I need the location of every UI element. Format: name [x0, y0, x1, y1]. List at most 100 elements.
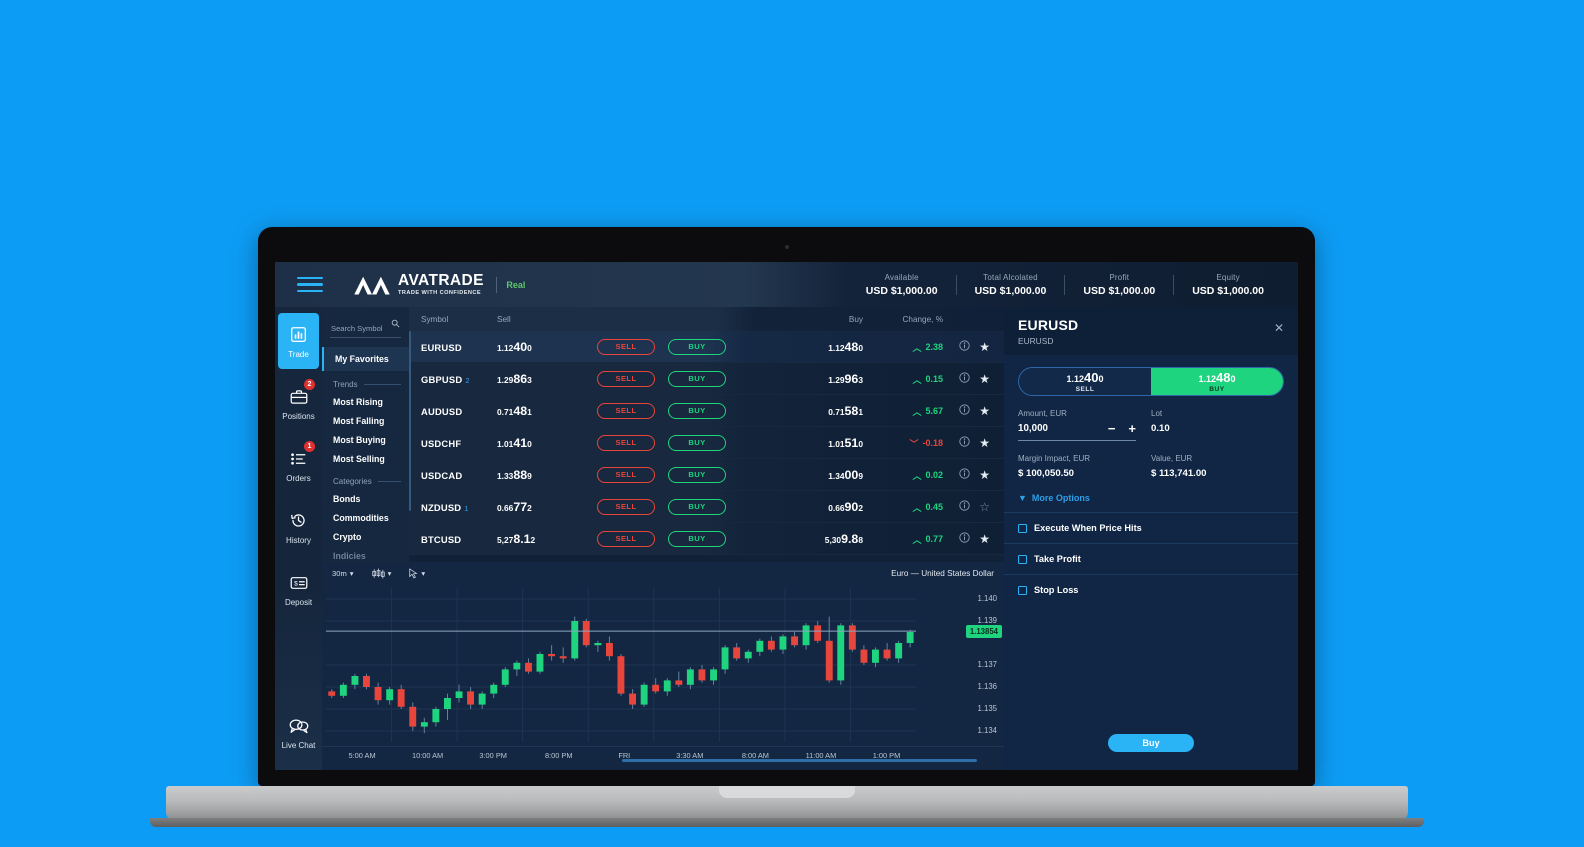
close-icon[interactable]: ✕	[1274, 321, 1284, 335]
menu-icon[interactable]	[297, 273, 323, 297]
ticket-subtitle: EURUSD	[1018, 336, 1054, 346]
amount-input[interactable]	[1018, 423, 1074, 434]
favorite-star-icon[interactable]: ★	[979, 532, 990, 546]
category-item-crypto[interactable]: Crypto	[322, 527, 409, 546]
favorite-star-icon[interactable]: ★	[979, 468, 990, 482]
last-price-label: 1.13854	[965, 625, 1002, 639]
category-my-favorites[interactable]: My Favorites	[322, 347, 409, 371]
checkbox-icon[interactable]	[1018, 523, 1027, 533]
sidebar-item-label: History	[286, 535, 311, 545]
info-icon[interactable]	[959, 402, 970, 420]
favorite-star-icon[interactable]: ☆	[979, 500, 990, 514]
option-label: Stop Loss	[1034, 585, 1079, 595]
timeframe-selector[interactable]: 30m ▾	[332, 569, 354, 578]
info-icon[interactable]	[959, 466, 970, 484]
info-icon[interactable]	[959, 370, 970, 388]
buy-button[interactable]: BUY	[668, 466, 726, 483]
info-icon[interactable]	[959, 434, 970, 452]
buy-button[interactable]: BUY	[668, 370, 726, 387]
candlestick-chart	[322, 584, 960, 746]
buy-button[interactable]: BUY	[668, 498, 726, 515]
category-item-most-falling[interactable]: Most Falling	[322, 411, 409, 430]
favorite-star-icon[interactable]: ★	[979, 404, 990, 418]
option-execute-when-price-hits[interactable]: Execute When Price Hits	[1004, 512, 1298, 543]
sell-button[interactable]: SELL	[597, 338, 655, 355]
x-axis-tick: FRI	[618, 751, 631, 760]
buy-price: 0.66902	[828, 499, 863, 514]
notification-badge: 1	[304, 441, 315, 452]
table-row[interactable]: EURUSD 1.12400 SELL BUY 1.12480 ︿ 2.38 ★	[409, 331, 1004, 363]
chart-horizontal-scrollbar[interactable]	[622, 759, 977, 762]
quotes-scrollbar[interactable]	[409, 331, 411, 511]
table-row[interactable]: AUDUSD 0.71481 SELL BUY 0.71581 ︿ 5.67 ★	[409, 395, 1004, 427]
change-percent: ︿ 2.38	[912, 341, 943, 354]
table-row[interactable]: USDCAD 1.33889 SELL BUY 1.34009 ︿ 0.02 ★	[409, 459, 1004, 491]
change-percent: ︿ 0.45	[912, 501, 943, 514]
x-axis-tick: 5:00 AM	[348, 751, 376, 760]
option-label: Execute When Price Hits	[1034, 523, 1142, 533]
increment-icon[interactable]: +	[1128, 421, 1136, 436]
category-item-commodities[interactable]: Commodities	[322, 508, 409, 527]
buy-button[interactable]: BUY	[668, 434, 726, 451]
sell-price: 0.66772	[497, 499, 532, 514]
buy-button[interactable]: BUY	[668, 530, 726, 547]
divider	[363, 384, 401, 385]
sidebar-item-trade[interactable]: Trade	[278, 313, 319, 369]
favorite-star-icon[interactable]: ★	[979, 372, 990, 386]
table-row[interactable]: GBPUSD 2 1.29863 SELL BUY 1.29963 ︿ 0.15 ★	[409, 363, 1004, 395]
sell-button[interactable]: SELL	[597, 466, 655, 483]
sidebar-item-live-chat[interactable]: Live Chat	[278, 704, 319, 760]
change-percent: ︿ 0.77	[912, 533, 943, 546]
decrement-icon[interactable]: −	[1108, 421, 1116, 436]
info-icon[interactable]	[959, 530, 970, 548]
favorite-star-icon[interactable]: ★	[979, 340, 990, 354]
table-row[interactable]: NZDUSD 1 0.66772 SELL BUY 0.66902 ︿ 0.45 ☆	[409, 491, 1004, 523]
account-stat-value: USD $1,000.00	[974, 284, 1047, 297]
ticket-sell-button[interactable]: 1.12400 SELL	[1019, 368, 1151, 395]
submit-buy-button[interactable]: Buy	[1108, 734, 1194, 752]
symbol-cell: USDCAD	[409, 466, 497, 484]
category-item-most-selling[interactable]: Most Selling	[322, 449, 409, 468]
category-item-most-rising[interactable]: Most Rising	[322, 392, 409, 411]
margin-value: $ 100,050.50	[1018, 468, 1075, 479]
account-stat-available: Available USD $1,000.00	[848, 273, 956, 297]
table-row[interactable]: USDCHF 1.01410 SELL BUY 1.01510 ﹀ -0.18 ★	[409, 427, 1004, 459]
info-icon[interactable]	[959, 338, 970, 356]
buy-button[interactable]: BUY	[668, 402, 726, 419]
sidebar-item-history[interactable]: History	[278, 499, 319, 555]
sell-button[interactable]: SELL	[597, 434, 655, 451]
candlestick-icon	[371, 567, 385, 579]
table-row[interactable]: BTCUSD 5,278.12 SELL BUY 5,309.88 ︿ 0.77 ★	[409, 523, 1004, 555]
checkbox-icon[interactable]	[1018, 585, 1027, 595]
checkbox-icon[interactable]	[1018, 554, 1027, 564]
symbol-name: GBPUSD	[421, 373, 463, 385]
symbol-cell: AUDUSD	[409, 402, 497, 420]
sell-button[interactable]: SELL	[597, 530, 655, 547]
laptop-foot	[150, 818, 1424, 827]
search-icon[interactable]	[391, 319, 400, 328]
ticket-buy-button[interactable]: 1.12480 BUY	[1151, 368, 1283, 395]
sidebar-item-deposit[interactable]: $ Deposit	[278, 561, 319, 617]
sell-button[interactable]: SELL	[597, 498, 655, 515]
symbol-cell: GBPUSD 2	[409, 370, 497, 388]
buy-button[interactable]: BUY	[668, 338, 726, 355]
x-axis-tick: 8:00 PM	[544, 751, 573, 760]
sidebar-item-orders[interactable]: Orders 1	[278, 437, 319, 493]
option-take-profit[interactable]: Take Profit	[1004, 543, 1298, 574]
sell-button[interactable]: SELL	[597, 370, 655, 387]
lot-value: 0.10	[1151, 423, 1170, 434]
cursor-tool-selector[interactable]: ▾	[409, 567, 425, 579]
category-item-bonds[interactable]: Bonds	[322, 489, 409, 508]
account-stat-label: Total Alcolated	[983, 272, 1038, 282]
chart-type-selector[interactable]: ▾	[371, 567, 391, 579]
info-icon[interactable]	[959, 498, 970, 516]
chart-plot-area[interactable]: 1.140 1.139 1.137 1.136 1.135 1.134 1.13854	[322, 584, 1004, 746]
favorite-star-icon[interactable]: ★	[979, 436, 990, 450]
symbol-cell: EURUSD	[409, 338, 497, 356]
more-options-toggle[interactable]: ▼ More Options	[1018, 493, 1284, 503]
option-stop-loss[interactable]: Stop Loss	[1004, 574, 1298, 605]
sidebar-item-positions[interactable]: Positions 2	[278, 375, 319, 431]
category-item-most-buying[interactable]: Most Buying	[322, 430, 409, 449]
amount-stepper: − +	[1018, 421, 1136, 441]
sell-button[interactable]: SELL	[597, 402, 655, 419]
